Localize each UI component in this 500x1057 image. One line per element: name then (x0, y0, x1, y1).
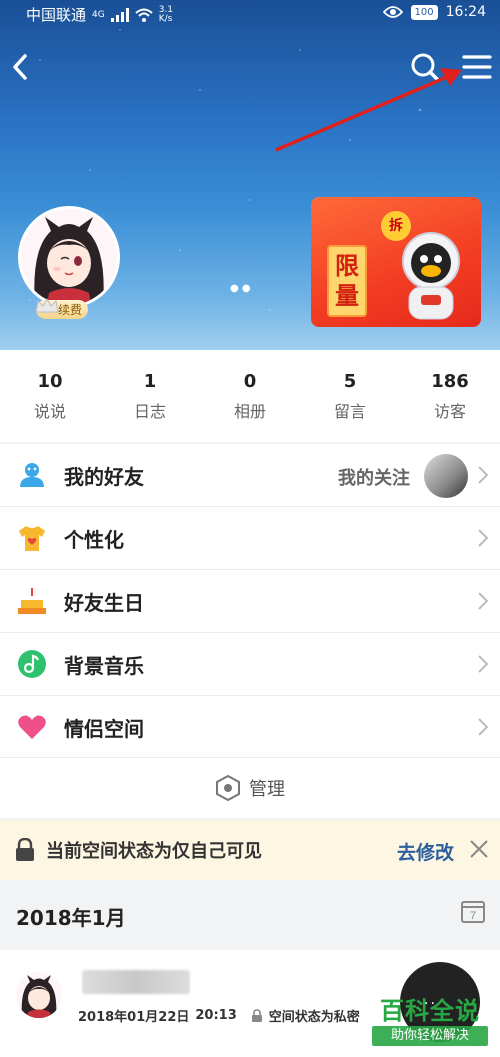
lock-icon (16, 838, 34, 861)
stat-label: 相册 (233, 401, 266, 421)
hexagon-settings-icon (216, 775, 240, 801)
chevron-right-icon (478, 655, 488, 673)
post-time: 20:13 (195, 1008, 237, 1023)
calendar-day: 7 (470, 910, 476, 922)
stats-bar: 10 说说 1 日志 0 相册 5 留言 186 访客 (0, 350, 500, 442)
avatar[interactable] (18, 206, 120, 308)
vip-crown-icon (35, 297, 59, 312)
stat-count: 186 (431, 370, 469, 392)
menu-item-personalize[interactable]: 个性化 (0, 506, 500, 569)
avatar-illustration (21, 209, 117, 305)
banner-text: 限量 (327, 245, 367, 317)
feature-menu: 我的好友 我的关注 个性化 好友生日 背景音乐 情侣空间 (0, 444, 500, 758)
promo-banner[interactable]: 拆 限量 (311, 197, 481, 327)
network-speed: 3.1 K/s (158, 5, 175, 24)
person-icon (16, 459, 48, 491)
menu-item-birthday[interactable]: 好友生日 (0, 569, 500, 632)
timeline-month-header: 2018年1月 7 (0, 880, 500, 948)
privacy-notice: 当前空间状态为仅自己可见 去修改 (0, 820, 500, 880)
post-avatar[interactable] (16, 972, 62, 1018)
edit-privacy-link[interactable]: 去修改 (397, 838, 454, 865)
calendar-icon[interactable]: 7 (460, 898, 486, 924)
manage-button[interactable]: 管理 (0, 757, 500, 818)
renew-vip-button[interactable]: 续费 (35, 297, 89, 320)
manage-label: 管理 (249, 779, 285, 800)
post-avatar-illustration (16, 972, 62, 1018)
stat-visitors[interactable]: 186 访客 (410, 371, 490, 422)
penguin-astronaut-icon (402, 232, 460, 320)
menu-item-couple[interactable]: 情侣空间 (0, 695, 500, 758)
stat-count: 0 (243, 370, 257, 392)
post-meta: 2018年01月22日 20:13 空间状态为私密 (78, 1006, 360, 1025)
stat-label: 留言 (333, 401, 366, 421)
stat-album[interactable]: 0 相册 (210, 371, 290, 422)
stat-messages[interactable]: 5 留言 (310, 371, 390, 422)
close-icon[interactable] (468, 838, 490, 860)
network-label: 4G (92, 9, 105, 20)
signal-icon (110, 7, 129, 22)
menu-item-label: 我的好友 (64, 464, 144, 489)
lock-icon (251, 1008, 262, 1022)
chevron-right-icon (478, 718, 488, 736)
heart-icon (16, 711, 48, 743)
battery-indicator: 100 (410, 4, 438, 20)
stat-label: 访客 (433, 401, 466, 421)
menu-item-label: 情侣空间 (64, 716, 144, 741)
annotation-arrow (275, 68, 462, 152)
renew-label: 续费 (58, 302, 83, 317)
stat-label: 说说 (33, 401, 66, 421)
follow-avatar (424, 454, 468, 498)
wifi-icon (135, 8, 153, 22)
clock: 16:24 (445, 4, 486, 20)
menu-item-label: 好友生日 (64, 590, 144, 615)
eye-icon (382, 6, 403, 18)
post-author-name-blurred (82, 970, 190, 994)
chevron-right-icon (478, 466, 488, 484)
post-date: 2018年01月22日 (78, 1010, 190, 1025)
menu-item-friends[interactable]: 我的好友 我的关注 (0, 444, 500, 506)
watermark: 百科全说 助你轻松解决 (372, 996, 488, 1054)
page-dots: ● ● (230, 283, 251, 294)
menu-item-label: 个性化 (64, 527, 124, 552)
stat-shuoshuo[interactable]: 10 说说 (10, 371, 90, 422)
notice-text: 当前空间状态为仅自己可见 (46, 841, 262, 862)
follow-link[interactable]: 我的关注 (338, 464, 410, 490)
menu-item-label: 背景音乐 (64, 653, 144, 678)
status-left: 中国联通 4G 3.1 K/s (26, 4, 175, 25)
stat-count: 1 (143, 370, 157, 392)
stat-count: 10 (37, 370, 63, 392)
renew-badge: 续费 (35, 297, 89, 319)
chevron-right-icon (478, 529, 488, 547)
watermark-title: 百科全说 (380, 997, 480, 1025)
carrier-label: 中国联通 (26, 6, 87, 24)
status-right: 100 16:24 (382, 4, 486, 20)
watermark-subtitle: 助你轻松解决 (372, 1026, 488, 1046)
stat-label: 日志 (133, 401, 166, 421)
music-note-icon (16, 648, 48, 680)
tshirt-icon (16, 522, 48, 554)
speed-unit: K/s (158, 13, 173, 24)
cake-icon (16, 585, 48, 617)
status-bar: 中国联通 4G 3.1 K/s 100 16:24 (0, 0, 500, 28)
stat-count: 5 (343, 370, 357, 392)
back-button[interactable] (8, 50, 32, 84)
post-privacy: 空间状态为私密 (268, 1010, 360, 1025)
menu-item-music[interactable]: 背景音乐 (0, 632, 500, 695)
month-label: 2018年1月 (16, 906, 126, 930)
chevron-right-icon (478, 592, 488, 610)
cover-background: 中国联通 4G 3.1 K/s 100 16:24 续费 ● ● 拆 限量 (0, 0, 500, 350)
stat-blog[interactable]: 1 日志 (110, 371, 190, 422)
